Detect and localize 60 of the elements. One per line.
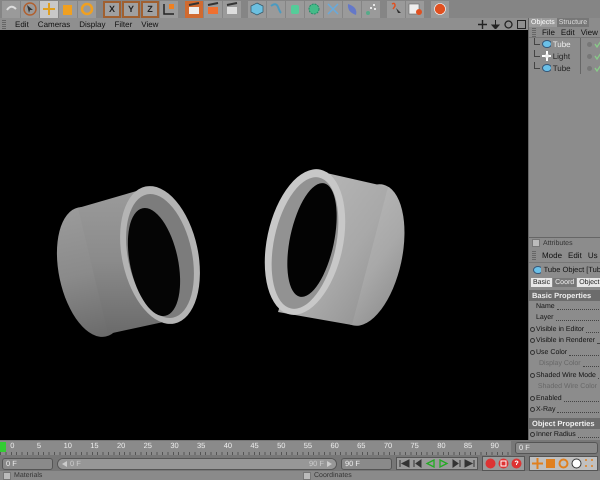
keyframe-dot-icon[interactable] (530, 396, 534, 401)
menu-item[interactable]: Edit (15, 20, 29, 28)
grid-dots-icon[interactable] (584, 458, 595, 469)
tube-icon (533, 266, 541, 274)
right-arrow-icon[interactable] (327, 460, 332, 466)
step-back-icon[interactable] (412, 459, 423, 468)
rotate-icon[interactable] (504, 20, 513, 28)
keyframe-dot-icon[interactable] (530, 350, 534, 355)
help-pointer-icon[interactable] (387, 0, 405, 18)
clapperboard-icon[interactable] (223, 0, 241, 18)
keyframe-dot-icon[interactable] (530, 432, 534, 437)
object-name[interactable]: Light (552, 52, 578, 61)
move-icon[interactable] (40, 0, 58, 18)
autokey-icon[interactable] (498, 458, 509, 469)
go-to-start-icon[interactable] (399, 459, 410, 468)
menu-item[interactable]: View (580, 28, 598, 37)
help-icon[interactable] (511, 458, 522, 469)
particles-icon[interactable] (362, 0, 380, 18)
menu-item[interactable]: Us (588, 250, 598, 260)
left-arrow-icon[interactable] (62, 460, 67, 466)
scale-key-icon[interactable] (545, 458, 556, 469)
menu-item[interactable]: Edit (560, 28, 575, 37)
menu-item[interactable]: Filter (114, 20, 132, 28)
undo-icon[interactable] (2, 0, 20, 18)
menu-item[interactable]: Edit (568, 250, 582, 260)
axis-lock-button[interactable]: Y (122, 0, 140, 18)
checkbox[interactable] (532, 239, 540, 247)
menu-item[interactable]: View (141, 20, 158, 28)
keyframe-dot-icon[interactable] (530, 407, 534, 412)
keyframe-dot-icon[interactable] (530, 338, 534, 344)
go-to-end-icon[interactable] (464, 459, 475, 468)
tube-icon (542, 40, 551, 48)
clapperboard-icon[interactable] (204, 0, 222, 18)
coordinate-system-icon[interactable] (160, 0, 178, 18)
step-forward-icon[interactable] (451, 459, 462, 468)
scale-icon[interactable] (59, 0, 77, 18)
move-icon[interactable] (478, 20, 487, 28)
menu-item[interactable]: Cameras (38, 20, 70, 28)
light-icon (542, 51, 551, 62)
down-arrow-icon[interactable] (491, 20, 500, 28)
keyframe-dot-icon[interactable] (530, 372, 534, 378)
move-key-icon[interactable] (532, 458, 543, 469)
cube-icon[interactable] (248, 0, 266, 18)
menu-item[interactable]: File (542, 28, 555, 37)
object-name[interactable]: Tube (552, 40, 578, 49)
axis-lock-button[interactable]: X (103, 0, 121, 18)
select-arrow-icon[interactable] (21, 0, 39, 18)
maximize-icon[interactable] (517, 20, 526, 28)
checkbox[interactable] (3, 472, 11, 480)
clapperboard-icon[interactable] (185, 0, 203, 18)
tube-icon (542, 64, 551, 72)
menu-item[interactable]: Mode (542, 250, 562, 260)
leaf-icon[interactable] (343, 0, 361, 18)
axis-lock-button[interactable]: Z (141, 0, 159, 18)
object-name[interactable]: Tube (552, 64, 578, 73)
menu-item[interactable]: Display (79, 20, 106, 28)
3d-viewport[interactable] (0, 30, 528, 440)
keyframe-dot-icon[interactable] (530, 326, 534, 332)
checkbox[interactable] (303, 472, 311, 480)
parameter-key-icon[interactable] (571, 458, 582, 469)
